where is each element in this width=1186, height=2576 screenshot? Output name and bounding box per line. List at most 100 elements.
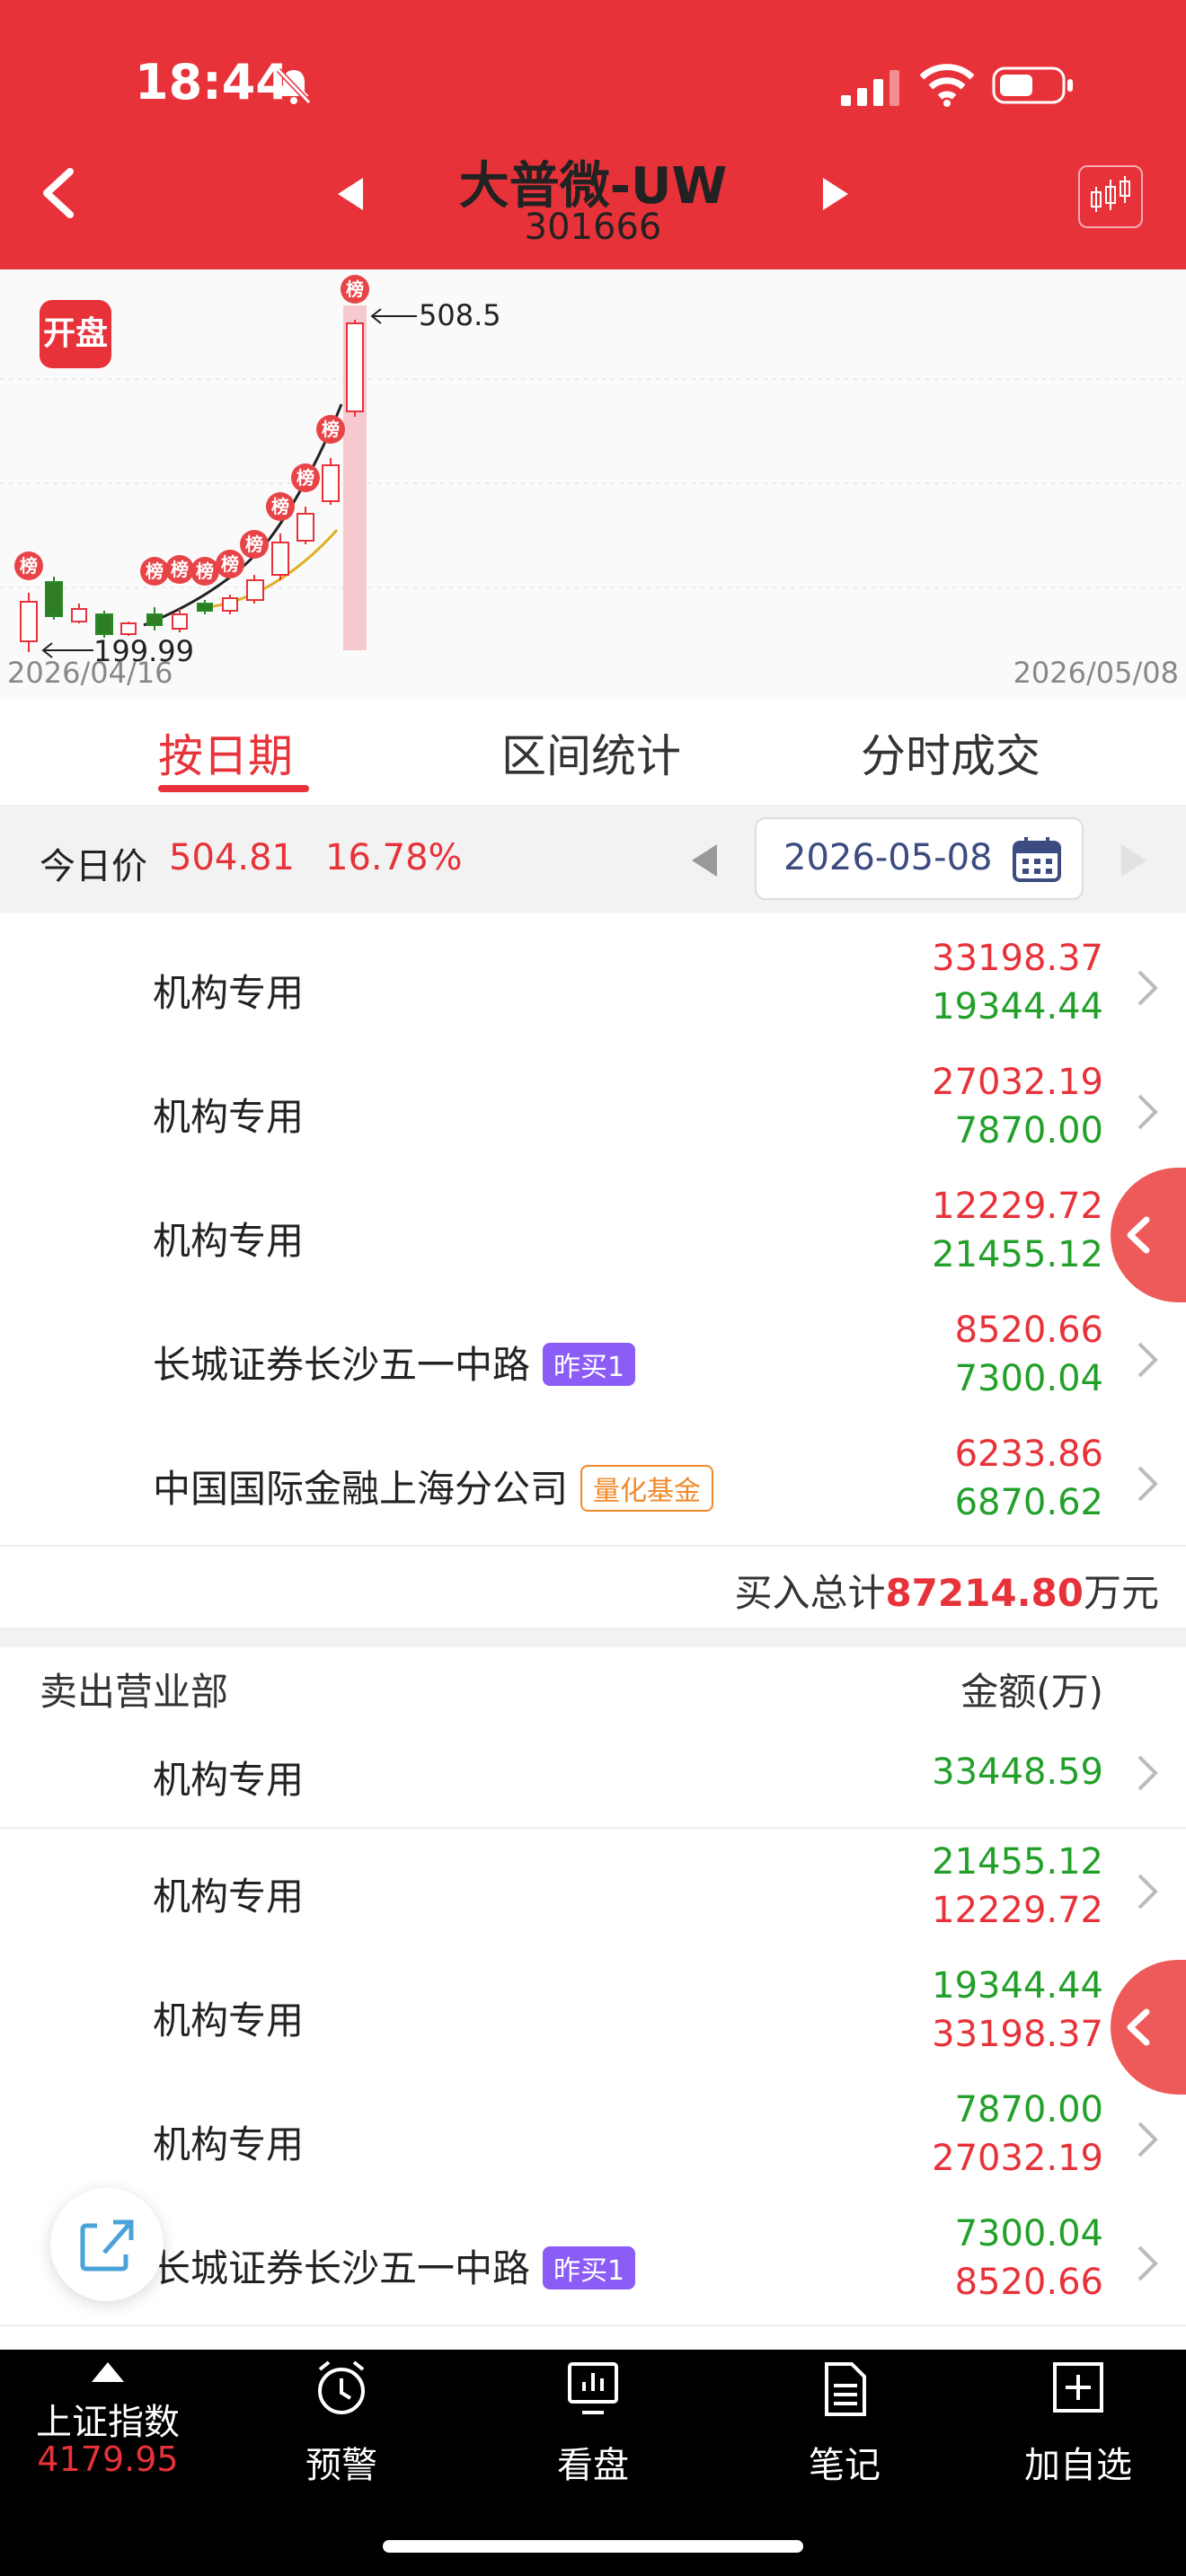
broker-name: 机构专用 [153, 1875, 305, 1919]
list-marker: 榜 [316, 415, 345, 444]
next-date-icon[interactable] [1118, 842, 1150, 878]
svg-text:榜: 榜 [171, 559, 189, 580]
buy-total: 买入总计87214.80万元 [734, 1563, 1159, 1618]
buy-total-value: 87214.80 [885, 1571, 1084, 1615]
buy-amount: 12229.72 [932, 1186, 1103, 1227]
buy-amount: 8520.66 [954, 2262, 1103, 2303]
buy-total-label: 买入总计 [734, 1571, 886, 1615]
date-value: 2026-05-08 [783, 837, 993, 878]
kline-chart-button[interactable] [1078, 165, 1143, 228]
today-change-value: 16.78% [325, 837, 463, 878]
broker-name: 机构专用 [153, 1758, 305, 1802]
add-square-icon [1053, 2362, 1103, 2413]
nav-watch[interactable]: 看盘 [503, 2360, 683, 2495]
index-name[interactable]: 上证指数 [18, 2393, 198, 2445]
sell-row[interactable]: 机构专用 19344.44 33198.37 [0, 1953, 1186, 2078]
tab-range-stats[interactable]: 区间统计 [501, 720, 681, 785]
sell-amount: 19344.44 [932, 986, 1103, 1028]
candle [246, 579, 264, 601]
svg-text:榜: 榜 [346, 278, 364, 300]
buy-row[interactable]: 机构专用 33198.37 19344.44 [0, 925, 1186, 1051]
nav-alert[interactable]: 预警 [252, 2360, 431, 2495]
svg-text:榜: 榜 [245, 534, 263, 555]
sell-row[interactable]: 机构专用 7870.00 27032.19 [0, 2077, 1186, 2202]
next-stock-icon[interactable] [819, 176, 852, 212]
note-document-icon [825, 2362, 866, 2416]
candle [146, 613, 163, 626]
broker-tag: 量化基金 [580, 1464, 714, 1512]
broker-name: 长城证券长沙五一中路 [153, 2246, 531, 2290]
broker-name-row: 中国国际金融上海分公司 量化基金 [153, 1459, 714, 1515]
side-collapse-button[interactable] [1111, 1960, 1186, 2095]
candle [120, 622, 137, 635]
buy-total-unit: 万元 [1083, 1571, 1159, 1615]
high-price-label: 508.5 [419, 298, 501, 332]
broker-name-row: 长城证券长沙五一中路 昨买1 [153, 2238, 636, 2293]
chevron-right-icon [1137, 1874, 1158, 1910]
nav-add-watchlist-label: 加自选 [1024, 2445, 1132, 2486]
chevron-right-icon [1137, 1094, 1158, 1130]
candle [172, 613, 188, 630]
sell-amount: 7870.00 [954, 1110, 1103, 1151]
buy-row[interactable]: 机构专用 12229.72 21455.12 [0, 1173, 1186, 1299]
svg-text:榜: 榜 [20, 555, 38, 577]
battery-icon [992, 66, 1073, 104]
broker-name: 机构专用 [153, 1095, 305, 1139]
kline-chart[interactable]: 榜 榜 榜 榜 榜 榜 榜 榜 榜 榜 508.5 199.99 2026/04… [0, 269, 1186, 697]
buy-row[interactable]: 长城证券长沙五一中路 昨买1 8520.66 7300.04 [0, 1297, 1186, 1423]
svg-text:榜: 榜 [322, 419, 340, 440]
list-marker: 榜 [165, 555, 194, 584]
list-marker: 榜 [240, 530, 269, 559]
svg-text:榜: 榜 [271, 496, 289, 517]
candle [222, 597, 238, 612]
monitor-chart-icon [568, 2362, 618, 2414]
list-marker: 榜 [14, 551, 43, 580]
sell-amount: 21455.12 [932, 1234, 1103, 1275]
candle [346, 322, 364, 412]
chevron-right-icon [1137, 1466, 1158, 1502]
section-divider [0, 1628, 1186, 1647]
buy-amount: 12229.72 [932, 1890, 1103, 1931]
list-marker: 榜 [216, 550, 244, 578]
list-marker: 榜 [291, 463, 320, 492]
nav-watch-label: 看盘 [557, 2445, 629, 2486]
sell-row[interactable]: 机构专用 33448.59 [0, 1719, 1186, 1829]
sell-row[interactable]: 长城证券长沙五一中路 昨买1 7300.04 8520.66 [0, 2201, 1186, 2326]
buy-row[interactable]: 机构专用 27032.19 7870.00 [0, 1049, 1186, 1175]
cellular-signal-icon [841, 70, 899, 106]
previous-date-icon[interactable] [688, 842, 721, 878]
tab-tick-trades[interactable]: 分时成交 [861, 720, 1040, 785]
chevron-right-icon [1137, 2122, 1158, 2157]
broker-name: 机构专用 [153, 1998, 305, 2042]
broker-name: 机构专用 [153, 971, 305, 1015]
wifi-icon [920, 64, 974, 107]
expand-up-icon[interactable] [90, 2360, 126, 2384]
chevron-right-icon [1137, 1755, 1158, 1791]
nav-notes[interactable]: 笔记 [755, 2360, 934, 2495]
side-collapse-button[interactable] [1111, 1168, 1186, 1302]
candle [71, 608, 87, 622]
nav-add-watchlist[interactable]: 加自选 [988, 2360, 1168, 2495]
share-button[interactable] [50, 2188, 164, 2301]
calendar-icon[interactable] [1012, 835, 1062, 882]
broker-name: 长城证券长沙五一中路 [153, 1343, 531, 1387]
kline-chart-svg: 榜 榜 榜 榜 榜 榜 榜 榜 榜 榜 508.5 199.99 2026/04… [0, 275, 1186, 690]
amount-column-header: 金额(万) [960, 1670, 1103, 1714]
broker-name: 中国国际金融上海分公司 [153, 1467, 569, 1511]
chevron-left-icon [1127, 2008, 1150, 2046]
candle [296, 513, 314, 542]
index-value: 4179.95 [37, 2439, 179, 2479]
sell-amount: 7300.04 [954, 1358, 1103, 1399]
sell-row[interactable]: 机构专用 21455.12 12229.72 [0, 1829, 1186, 1954]
today-price-label: 今日价 [40, 846, 147, 887]
list-marker: 榜 [140, 557, 169, 586]
candle [322, 464, 340, 502]
buy-row[interactable]: 中国国际金融上海分公司 量化基金 6233.86 6870.62 [0, 1421, 1186, 1547]
sell-amount: 33448.59 [932, 1751, 1103, 1793]
svg-text:榜: 榜 [146, 560, 164, 582]
tab-by-date[interactable]: 按日期 [158, 720, 293, 785]
candle [197, 603, 213, 612]
list-marker: 榜 [190, 557, 219, 586]
open-badge[interactable]: 开盘 [40, 300, 111, 368]
nav-notes-label: 笔记 [809, 2445, 881, 2486]
